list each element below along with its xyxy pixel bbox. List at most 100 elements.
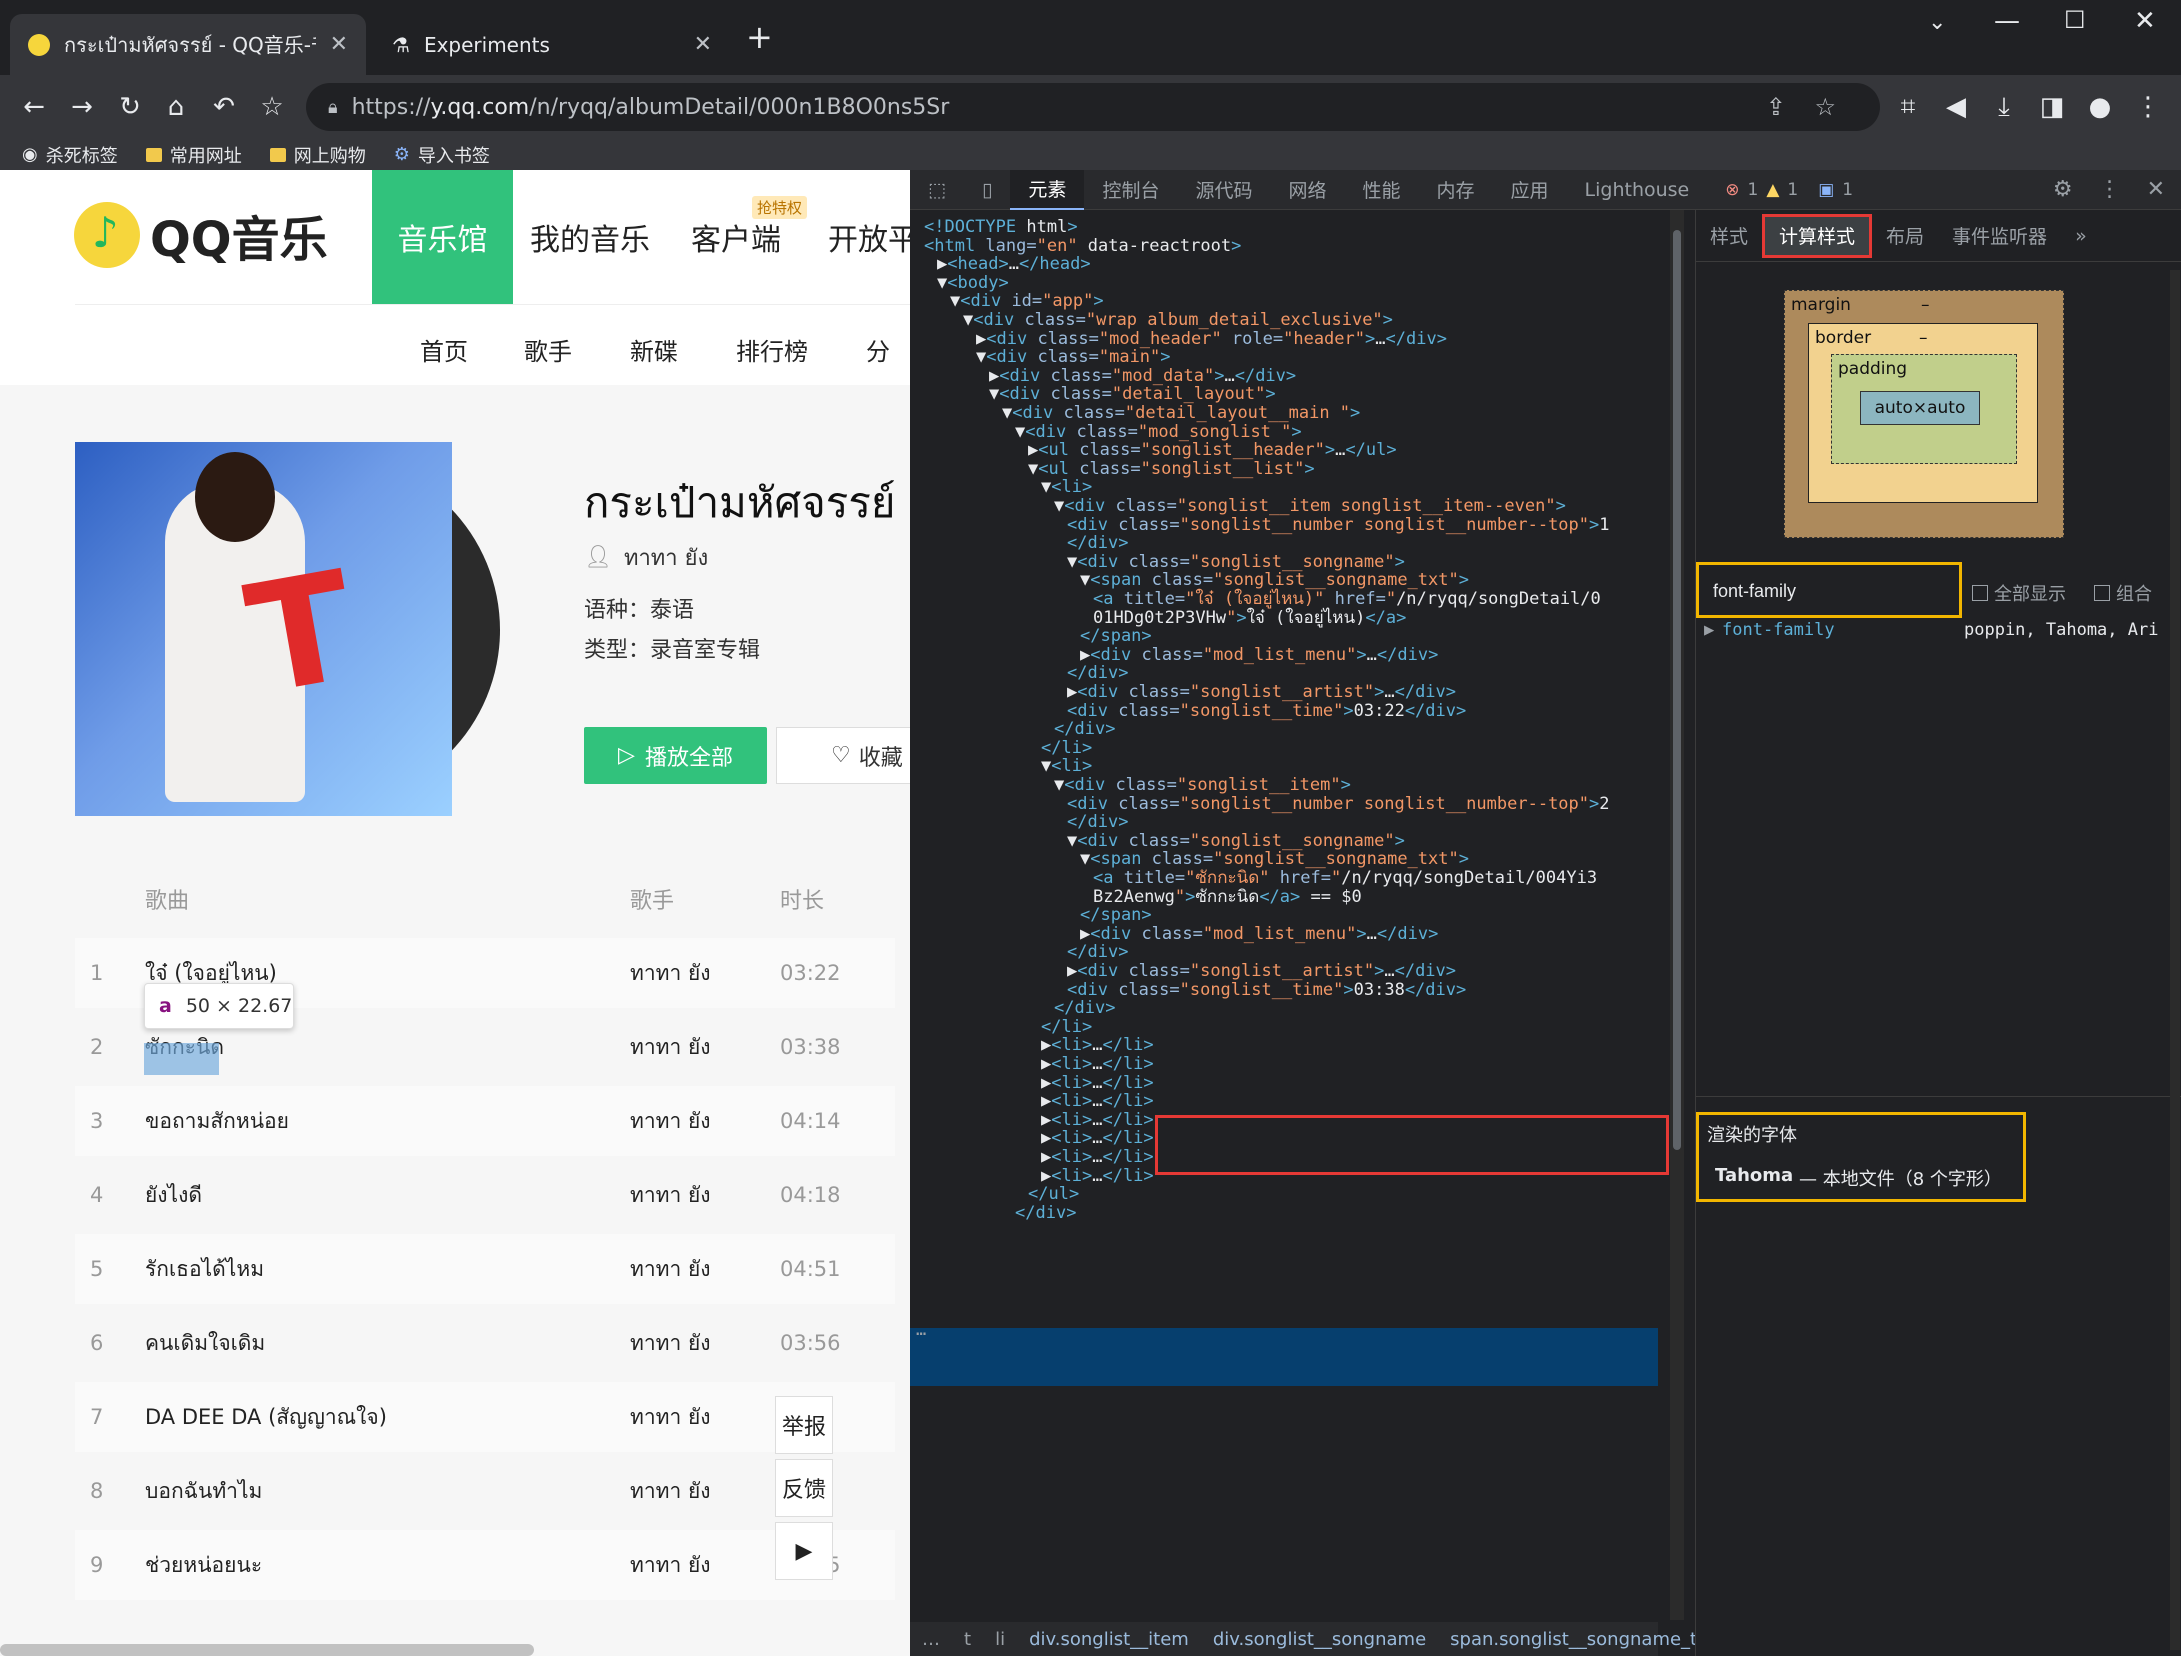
new-tab-button[interactable]: +: [746, 18, 773, 56]
song-title[interactable]: คนเดิมใจเดิม: [145, 1327, 630, 1360]
breadcrumb-item[interactable]: div.songlist__songname: [1213, 1629, 1426, 1650]
undo-icon[interactable]: ↶: [202, 85, 246, 129]
profile-icon[interactable]: ●: [2078, 85, 2122, 129]
home-icon[interactable]: ⌂: [154, 85, 198, 129]
share-icon[interactable]: ⇪: [1766, 93, 1786, 121]
devtools-tab[interactable]: 应用: [1493, 170, 1567, 210]
breadcrumb-item[interactable]: li: [995, 1629, 1005, 1650]
crop-icon[interactable]: ⌗: [1886, 85, 1930, 129]
node-ellipsis-icon[interactable]: …: [916, 1320, 926, 1340]
computed-filter-input[interactable]: [1707, 575, 1953, 607]
song-title[interactable]: บอกฉันทำไม: [145, 1475, 630, 1508]
dom-line[interactable]: ▶<div class="mod_list_menu">…</div>: [1080, 642, 1438, 668]
favorite-button[interactable]: ♡ 收藏: [776, 727, 910, 784]
song-title[interactable]: ช่วยหน่อยนะ: [145, 1549, 630, 1582]
video-button[interactable]: ▶: [775, 1522, 833, 1580]
breadcrumb-item[interactable]: div.songlist__item: [1029, 1629, 1189, 1650]
tab-qqmusic[interactable]: กระเป๋ามหัศจรรย์ - QQ音乐-千万正 ✕: [10, 14, 366, 75]
subnav-home[interactable]: 首页: [420, 332, 468, 367]
side-pane-tab[interactable]: 事件监听器: [1938, 222, 2061, 249]
play-all-button[interactable]: ▷ 播放全部: [584, 727, 767, 784]
selected-node-row[interactable]: [910, 1328, 1658, 1386]
dom-line[interactable]: <div class="songlist__time">03:38</div>: [1067, 977, 1466, 1003]
nav-my-music[interactable]: 我的音乐: [530, 170, 650, 304]
song-row[interactable]: 5 รักเธอได้ไหม ทาทา ยัง 04:51: [75, 1234, 895, 1304]
bookmark-star-icon[interactable]: ☆: [1814, 93, 1836, 121]
dom-scrollbar-thumb[interactable]: [1673, 230, 1681, 1150]
address-bar[interactable]: 🔒︎ https://y.qq.com/n/ryqq/albumDetail/0…: [306, 83, 1880, 131]
subnav-charts[interactable]: 排行榜: [736, 332, 808, 367]
side-pane-tab[interactable]: 计算样式: [1762, 213, 1873, 258]
settings-gear-icon[interactable]: ⚙: [2053, 177, 2073, 202]
expand-arrow-icon[interactable]: ▶: [1704, 620, 1722, 648]
breadcrumb-item[interactable]: …: [922, 1629, 940, 1650]
reload-icon[interactable]: ↻: [108, 85, 152, 129]
side-pane-tab[interactable]: 样式: [1696, 222, 1762, 249]
maximize-icon[interactable]: ☐: [2064, 6, 2086, 34]
more-options-icon[interactable]: ⋮: [2099, 177, 2121, 202]
forward-icon[interactable]: →: [60, 85, 104, 129]
tab-search-icon[interactable]: ⌄: [1928, 10, 1946, 35]
song-row[interactable]: 7 DA DEE DA (สัญญาณใจ) ทาทา ยัง: [75, 1382, 895, 1452]
song-artist[interactable]: ทาทา ยัง: [630, 1105, 780, 1138]
song-row[interactable]: 9ช่วยหน่อยนะทาทา ยัง03:45: [75, 1530, 895, 1600]
subnav-singers[interactable]: 歌手: [524, 332, 572, 367]
device-toolbar-icon[interactable]: ▯: [964, 170, 1010, 210]
breadcrumb-item[interactable]: t: [964, 1629, 971, 1650]
close-window-icon[interactable]: ✕: [2134, 6, 2156, 36]
mute-icon[interactable]: ◀: [1934, 85, 1978, 129]
song-row[interactable]: 4 ยังไงดี ทาทา ยัง 04:18: [75, 1160, 895, 1230]
close-tab-icon[interactable]: ✕: [694, 32, 712, 57]
devtools-tab[interactable]: Lighthouse: [1567, 170, 1708, 210]
page-horizontal-scrollbar[interactable]: [0, 1644, 534, 1656]
song-artist[interactable]: ทาทา ยัง: [630, 1179, 780, 1212]
song-artist[interactable]: ทาทา ยัง: [630, 1401, 780, 1434]
song-title[interactable]: รักเธอได้ไหม: [145, 1253, 630, 1286]
song-artist[interactable]: ทาทา ยัง: [630, 1031, 780, 1064]
song-row[interactable]: 8 บอกฉันทำไม ทาทา ยัง: [75, 1456, 895, 1526]
song-artist[interactable]: ทาทา ยัง: [630, 1475, 780, 1508]
nav-client[interactable]: 客户端: [686, 170, 786, 304]
back-icon[interactable]: ←: [12, 85, 56, 129]
computed-property-row[interactable]: ▶ font-family poppin, Tahoma, Ari: [1704, 620, 2174, 648]
bookmark-folder[interactable]: 常用网址: [145, 142, 242, 168]
song-row[interactable]: 3 ขอถามสักหน่อย ทาทา ยัง 04:14: [75, 1086, 895, 1156]
devtools-tab[interactable]: 性能: [1344, 170, 1418, 210]
nav-music-hall[interactable]: 音乐馆: [372, 170, 513, 304]
devtools-tab[interactable]: 网络: [1270, 170, 1344, 210]
song-row[interactable]: 6 คนเดิมใจเดิม ทาทา ยัง 03:56: [75, 1308, 895, 1378]
feedback-button[interactable]: 反馈: [775, 1459, 833, 1517]
devtools-tab[interactable]: 元素: [1010, 169, 1085, 210]
song-artist[interactable]: ทาทา ยัง: [630, 1549, 780, 1582]
song-artist[interactable]: ทาทา ยัง: [630, 1327, 780, 1360]
breadcrumb-item[interactable]: span.songlist__songname_txt: [1450, 1629, 1715, 1650]
song-title[interactable]: DA DEE DA (สัญญาณใจ): [145, 1401, 630, 1434]
download-icon[interactable]: ⤓: [1982, 85, 2026, 129]
qqmusic-logo[interactable]: QQ音乐: [74, 200, 328, 270]
song-artist[interactable]: ทาทา ยัง: [630, 1253, 780, 1286]
devtools-tab[interactable]: 控制台: [1084, 170, 1177, 210]
album-cover[interactable]: T: [75, 442, 452, 816]
minimize-icon[interactable]: —: [1994, 6, 2020, 36]
bookmark-item[interactable]: ◉ 杀死标签: [22, 142, 118, 168]
nav-open-platform[interactable]: 开放平: [828, 170, 910, 304]
song-title[interactable]: ยังไงดี: [145, 1179, 630, 1212]
album-artist[interactable]: ทาทา ยัง: [624, 540, 708, 575]
side-pane-tab[interactable]: »: [2061, 225, 2101, 247]
subnav-category[interactable]: 分: [866, 332, 890, 367]
dom-line[interactable]: <div class="songlist__number songlist__n…: [1067, 512, 1610, 538]
dom-line[interactable]: <div class="songlist__number songlist__n…: [1067, 791, 1610, 817]
devtools-tab[interactable]: 内存: [1419, 170, 1493, 210]
bookmark-folder[interactable]: 网上购物: [269, 142, 366, 168]
report-button[interactable]: 举报: [775, 1396, 833, 1454]
album-artist-row[interactable]: 👤︎ ทาทา ยัง: [584, 540, 708, 575]
dom-line[interactable]: ▶<div class="mod_list_menu">…</div>: [1080, 921, 1438, 947]
dom-tree[interactable]: … <!DOCTYPE html> <html lang="en" data-re…: [910, 210, 1658, 1620]
dom-line[interactable]: <div class="songlist__time">03:22</div>: [1067, 698, 1466, 724]
dom-line[interactable]: </div>: [1015, 1200, 1076, 1226]
subnav-new-albums[interactable]: 新碟: [630, 332, 678, 367]
close-tab-icon[interactable]: ✕: [330, 32, 348, 57]
side-pane-tab[interactable]: 布局: [1872, 222, 1938, 249]
song-title[interactable]: ขอถามสักหน่อย: [145, 1105, 630, 1138]
sidebar-icon[interactable]: ◨: [2030, 85, 2074, 129]
